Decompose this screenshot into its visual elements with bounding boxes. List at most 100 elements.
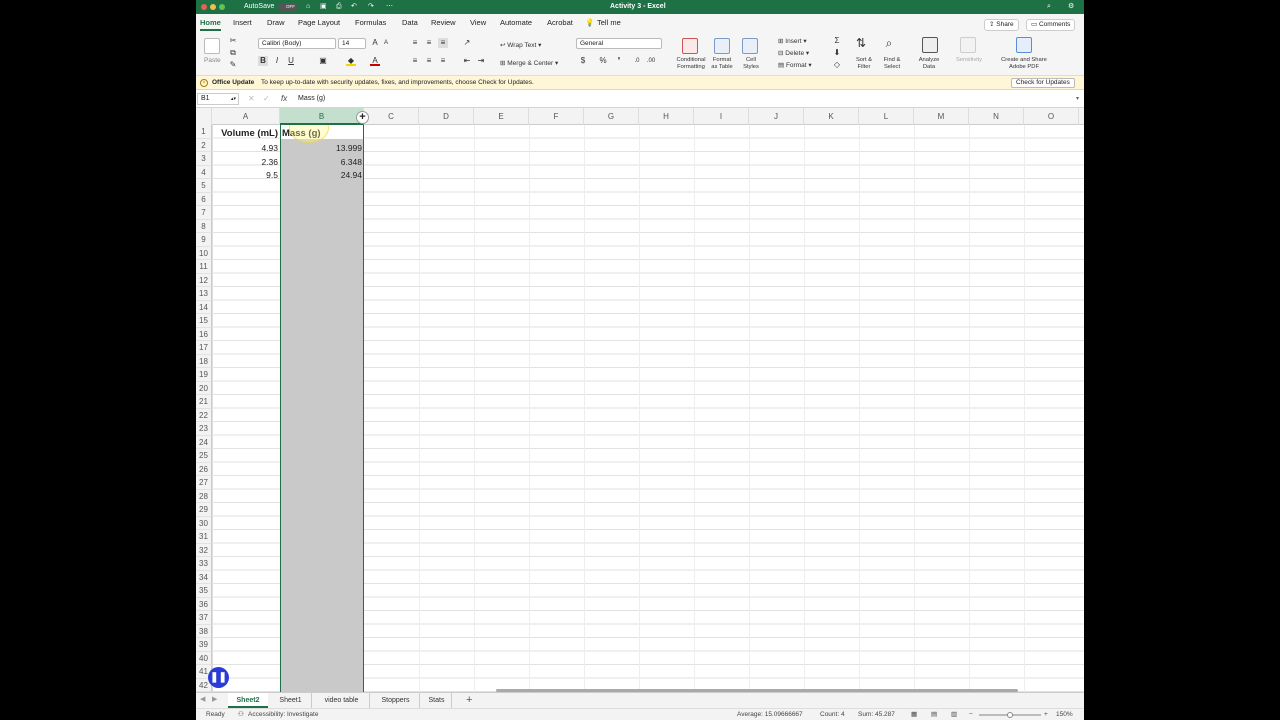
column-header-n[interactable]: N: [969, 108, 1024, 125]
tab-page-layout[interactable]: Page Layout: [298, 18, 340, 28]
column-header-m[interactable]: M: [914, 108, 969, 125]
cell-b3[interactable]: 6.348: [280, 156, 364, 170]
find-select-icon[interactable]: ⌕: [884, 37, 894, 49]
column-header-o[interactable]: O: [1024, 108, 1079, 125]
normal-view-icon[interactable]: ▦: [911, 709, 917, 720]
create-share-pdf-button[interactable]: Create and Share Adobe PDF: [996, 57, 1052, 71]
cell-a2[interactable]: 4.93: [212, 142, 280, 156]
sort-filter-icon[interactable]: ⇅: [856, 37, 866, 49]
row-header[interactable]: 6: [196, 192, 212, 206]
row-header[interactable]: 26: [196, 462, 212, 476]
row-header[interactable]: 17: [196, 341, 212, 355]
close-window-button[interactable]: [201, 4, 207, 10]
dismiss-icon[interactable]: ×: [200, 79, 208, 87]
cancel-icon[interactable]: ✕: [248, 94, 255, 103]
column-header-j[interactable]: J: [749, 108, 804, 125]
align-center-icon[interactable]: ≡: [424, 56, 434, 66]
tab-automate[interactable]: Automate: [500, 18, 532, 28]
row-header[interactable]: 14: [196, 300, 212, 314]
column-header-g[interactable]: G: [584, 108, 639, 125]
sheet-tab-sheet2[interactable]: Sheet2: [228, 693, 268, 708]
font-name-select[interactable]: Calibri (Body): [258, 38, 336, 49]
save-icon[interactable]: ▣: [320, 0, 327, 14]
paste-icon[interactable]: [204, 38, 220, 54]
enter-icon[interactable]: ✓: [263, 94, 270, 103]
column-header-l[interactable]: L: [859, 108, 914, 125]
share-button[interactable]: ⇪ Share: [984, 19, 1019, 31]
check-for-updates-button[interactable]: Check for Updates: [1011, 78, 1075, 88]
autosum-icon[interactable]: Σ: [832, 36, 842, 46]
align-bottom-icon[interactable]: ≡: [438, 38, 448, 48]
cell-b2[interactable]: 13.999: [280, 142, 364, 156]
wrap-text-button[interactable]: ↩ Wrap Text ▾: [500, 41, 541, 49]
cell-a3[interactable]: 2.36: [212, 156, 280, 170]
page-layout-view-icon[interactable]: ▤: [931, 709, 937, 720]
font-color-icon[interactable]: A: [370, 56, 380, 66]
comma-icon[interactable]: ❜: [614, 56, 624, 66]
row-header[interactable]: 1: [196, 125, 212, 139]
undo-icon[interactable]: ↶: [351, 0, 357, 14]
row-header[interactable]: 40: [196, 651, 212, 665]
row-header[interactable]: 7: [196, 206, 212, 220]
zoom-out-icon[interactable]: −: [969, 709, 973, 720]
column-header-i[interactable]: I: [694, 108, 749, 125]
formula-input[interactable]: Mass (g): [298, 95, 325, 102]
row-header[interactable]: 34: [196, 570, 212, 584]
zoom-level[interactable]: 150%: [1056, 709, 1073, 720]
settings-icon[interactable]: ⚙: [1068, 0, 1074, 14]
row-header[interactable]: 37: [196, 611, 212, 625]
row-header[interactable]: 15: [196, 314, 212, 328]
number-format-select[interactable]: General: [576, 38, 662, 49]
increase-decimal-icon[interactable]: .0: [632, 56, 642, 66]
row-header[interactable]: 39: [196, 638, 212, 652]
find-select-button[interactable]: Find & Select: [880, 57, 904, 71]
row-header[interactable]: 27: [196, 476, 212, 490]
tab-insert[interactable]: Insert: [233, 18, 252, 28]
row-header[interactable]: 33: [196, 557, 212, 571]
redo-icon[interactable]: ↷: [368, 0, 374, 14]
sheet-tab-stats[interactable]: Stats: [422, 693, 452, 708]
currency-icon[interactable]: $: [578, 56, 588, 66]
row-header[interactable]: 29: [196, 503, 212, 517]
zoom-slider-thumb[interactable]: [1007, 712, 1013, 718]
font-size-select[interactable]: 14: [338, 38, 366, 49]
align-right-icon[interactable]: ≡: [438, 56, 448, 66]
add-sheet-icon[interactable]: +: [466, 693, 472, 708]
align-top-icon[interactable]: ≡: [410, 38, 420, 48]
format-as-table-icon[interactable]: [714, 38, 730, 54]
percent-icon[interactable]: %: [598, 56, 608, 66]
sheet-tab-stoppers[interactable]: Stoppers: [372, 693, 420, 708]
row-header[interactable]: 10: [196, 246, 212, 260]
row-header[interactable]: 20: [196, 381, 212, 395]
autosave-toggle[interactable]: OFF: [278, 3, 297, 11]
row-header[interactable]: 21: [196, 395, 212, 409]
copy-icon[interactable]: ⧉: [228, 48, 238, 58]
conditional-formatting-icon[interactable]: [682, 38, 698, 54]
insert-cells-button[interactable]: ⊞ Insert ▾: [778, 37, 807, 45]
tab-draw[interactable]: Draw: [267, 18, 285, 28]
row-header[interactable]: 13: [196, 287, 212, 301]
function-icon[interactable]: fx: [281, 94, 287, 103]
row-header[interactable]: 19: [196, 368, 212, 382]
tab-home[interactable]: Home: [200, 18, 221, 31]
zoom-window-button[interactable]: [219, 4, 225, 10]
format-painter-icon[interactable]: ✎: [228, 60, 238, 70]
conditional-formatting-button[interactable]: Conditional Formatting: [674, 57, 708, 71]
sensitivity-button[interactable]: Sensitivity: [952, 57, 986, 63]
column-header-k[interactable]: K: [804, 108, 859, 125]
row-header[interactable]: 9: [196, 233, 212, 247]
row-header[interactable]: 31: [196, 530, 212, 544]
row-header[interactable]: 8: [196, 219, 212, 233]
decrease-decimal-icon[interactable]: .00: [646, 56, 656, 66]
select-all-button[interactable]: [196, 108, 212, 125]
cut-icon[interactable]: ✂: [228, 36, 238, 46]
row-header[interactable]: 5: [196, 179, 212, 193]
selected-column-b[interactable]: [280, 125, 364, 692]
cell-styles-icon[interactable]: [742, 38, 758, 54]
increase-font-icon[interactable]: A: [370, 38, 380, 48]
clear-icon[interactable]: ◇: [832, 60, 842, 70]
tab-data[interactable]: Data: [402, 18, 418, 28]
row-header[interactable]: 18: [196, 354, 212, 368]
row-header[interactable]: 22: [196, 408, 212, 422]
cell-a1[interactable]: Volume (mL): [212, 127, 280, 141]
